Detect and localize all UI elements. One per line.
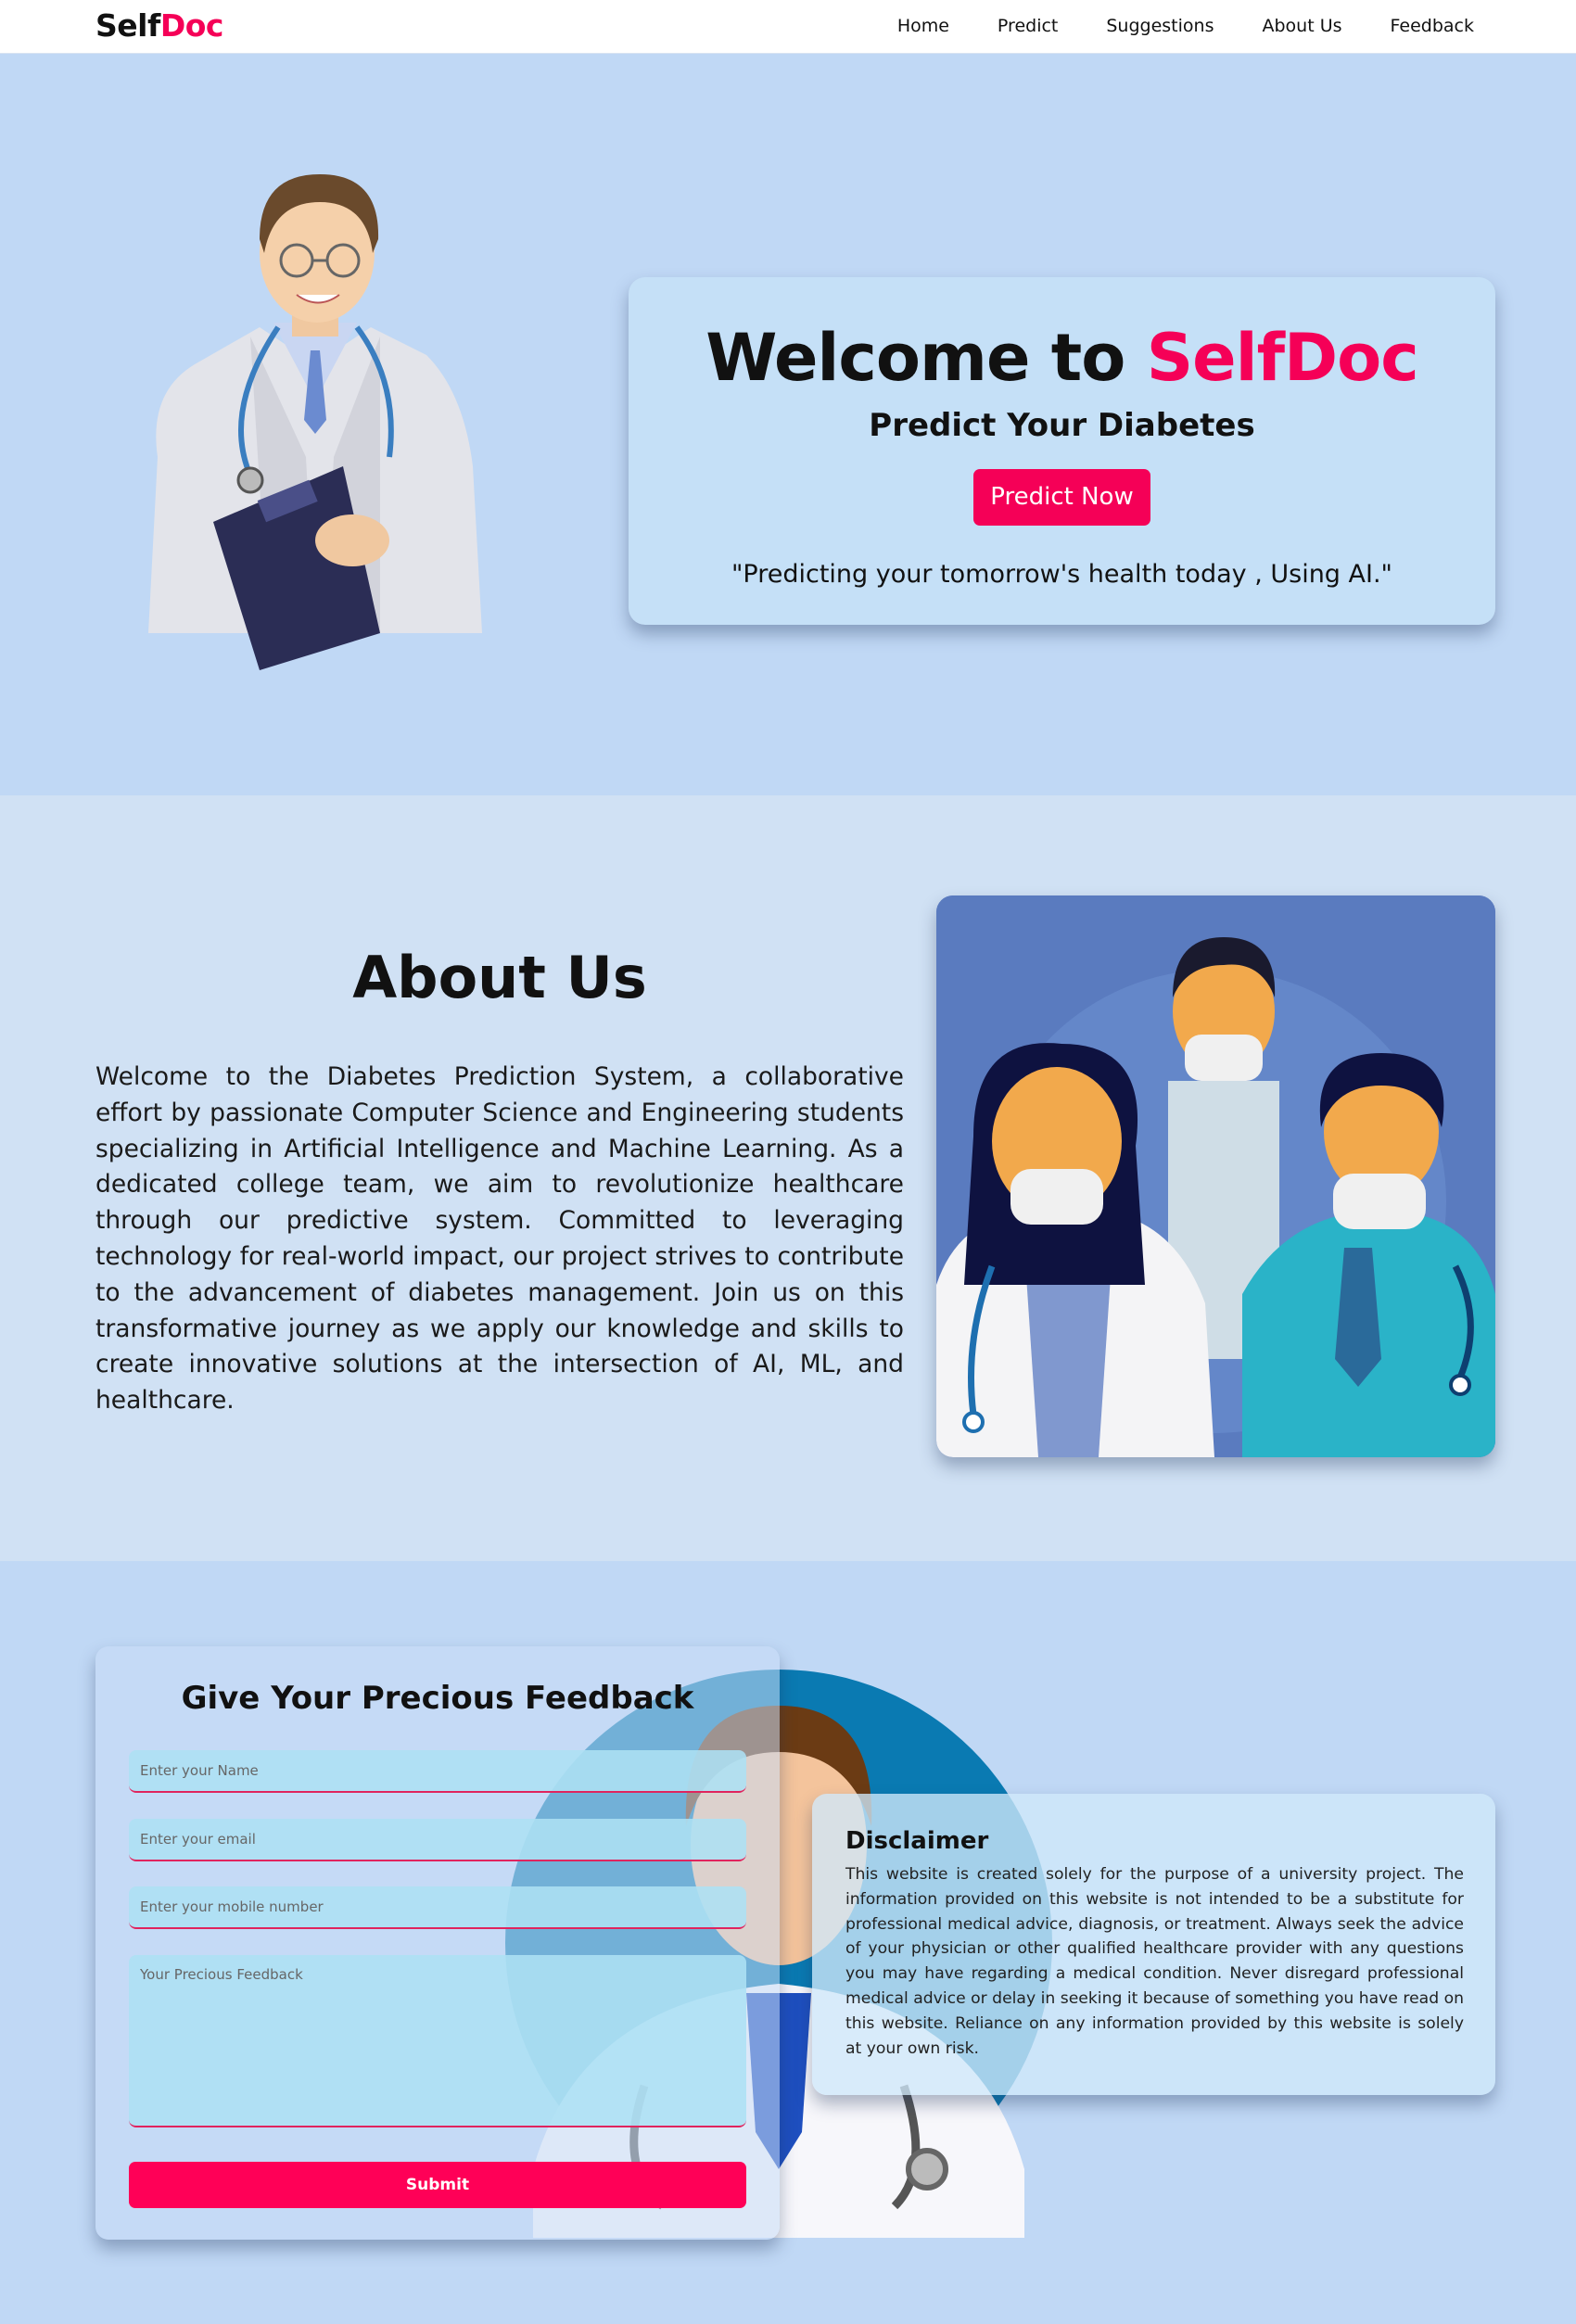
- mobile-input[interactable]: [129, 1886, 746, 1929]
- feedback-textarea[interactable]: [129, 1955, 746, 2127]
- welcome-title: Welcome to SelfDoc: [629, 320, 1495, 396]
- logo-part-doc: Doc: [159, 7, 224, 44]
- disclaimer-card: Disclaimer This website is created solel…: [812, 1794, 1495, 2095]
- feedback-title: Give Your Precious Feedback: [181, 1680, 694, 1717]
- nav-link-suggestions[interactable]: Suggestions: [1106, 16, 1214, 36]
- feedback-section: Give Your Precious Feedback Submit Discl…: [0, 1561, 1576, 2324]
- doctor-illustration: [148, 174, 482, 670]
- hero-section: Welcome to SelfDoc Predict Your Diabetes…: [0, 54, 1576, 795]
- navbar: SelfDoc Home Predict Suggestions About U…: [0, 0, 1576, 54]
- nav-links: Home Predict Suggestions About Us Feedba…: [897, 16, 1474, 36]
- about-title: About Us: [352, 944, 647, 1011]
- disclaimer-text: This website is created solely for the p…: [845, 1865, 1464, 2058]
- hero-tagline: "Predicting your tomorrow's health today…: [731, 560, 1392, 589]
- team-image-card: [936, 895, 1495, 1457]
- welcome-title-brand: SelfDoc: [1146, 320, 1419, 396]
- nav-link-predict[interactable]: Predict: [998, 16, 1058, 36]
- name-input[interactable]: [129, 1750, 746, 1793]
- submit-button[interactable]: Submit: [129, 2162, 746, 2208]
- welcome-card: Welcome to SelfDoc Predict Your Diabetes…: [629, 277, 1495, 625]
- nav-link-home[interactable]: Home: [897, 16, 949, 36]
- predict-now-button[interactable]: Predict Now: [973, 469, 1150, 526]
- feedback-form: Give Your Precious Feedback Submit: [95, 1646, 780, 2240]
- site-logo[interactable]: SelfDoc: [95, 7, 223, 44]
- email-input[interactable]: [129, 1819, 746, 1861]
- hero-subtitle: Predict Your Diabetes: [869, 407, 1255, 444]
- nav-link-about-us[interactable]: About Us: [1262, 16, 1341, 36]
- about-text: Welcome to the Diabetes Prediction Syste…: [95, 1062, 904, 1416]
- about-section: About Us Welcome to the Diabetes Predict…: [0, 795, 1576, 1561]
- medical-team-illustration: [936, 895, 1495, 1457]
- disclaimer-title: Disclaimer: [845, 1827, 989, 1855]
- logo-part-self: Self: [95, 7, 160, 44]
- welcome-title-prefix: Welcome to: [705, 320, 1147, 396]
- nav-link-feedback[interactable]: Feedback: [1391, 16, 1474, 36]
